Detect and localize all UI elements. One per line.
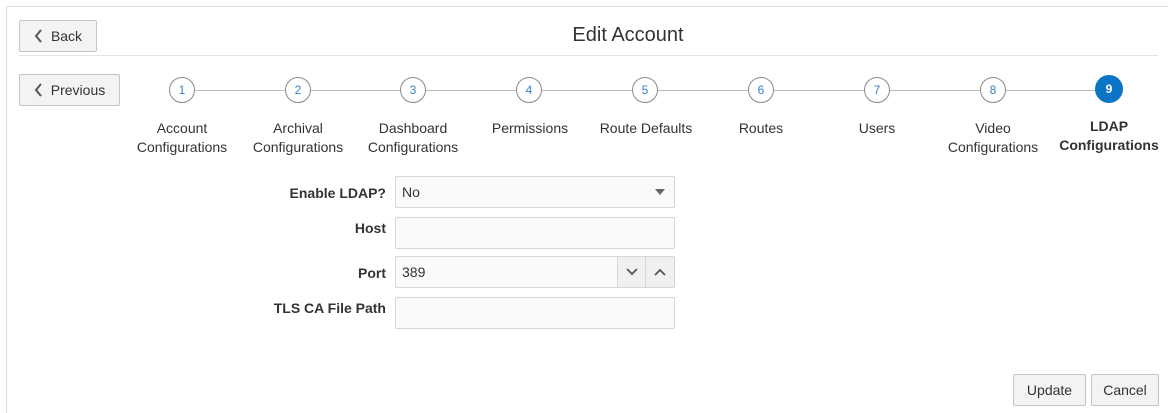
chevron-down-icon <box>626 268 638 276</box>
step-8-circle[interactable]: 8 <box>980 77 1006 103</box>
step-6-circle[interactable]: 6 <box>748 77 774 103</box>
page-title: Edit Account <box>572 24 684 46</box>
cancel-button[interactable]: Cancel <box>1091 374 1159 406</box>
step-2-label[interactable]: Archival Configurations <box>233 119 363 157</box>
dropdown-arrow-icon <box>655 189 665 195</box>
step-5-circle[interactable]: 5 <box>632 77 658 103</box>
tls-ca-input[interactable] <box>402 298 674 328</box>
port-field[interactable] <box>395 256 675 288</box>
enable-ldap-select[interactable]: No <box>395 176 675 208</box>
step-4-circle[interactable]: 4 <box>516 77 542 103</box>
step-8-label[interactable]: Video Configurations <box>928 119 1058 157</box>
previous-button-label: Previous <box>50 82 106 98</box>
enable-ldap-label: Enable LDAP? <box>289 185 386 201</box>
step-5-label[interactable]: Route Defaults <box>581 119 711 138</box>
step-7-label[interactable]: Users <box>812 119 942 138</box>
step-4-label[interactable]: Permissions <box>465 119 595 138</box>
enable-ldap-value: No <box>402 184 420 200</box>
host-label: Host <box>354 220 386 236</box>
tls-ca-field[interactable] <box>395 297 675 329</box>
chevron-left-icon <box>34 83 43 97</box>
step-7-circle[interactable]: 7 <box>864 77 890 103</box>
step-1-label[interactable]: Account Configurations <box>117 119 247 157</box>
host-input[interactable] <box>402 218 674 248</box>
header-divider <box>19 55 1158 56</box>
page-frame <box>6 6 1168 413</box>
step-6-label[interactable]: Routes <box>696 119 826 138</box>
step-3-label[interactable]: Dashboard Configurations <box>348 119 478 157</box>
host-field[interactable] <box>395 217 675 249</box>
previous-button[interactable]: Previous <box>19 74 120 106</box>
step-9-circle[interactable]: 9 <box>1095 75 1123 103</box>
port-input[interactable] <box>402 257 612 287</box>
step-9-label[interactable]: LDAP Configurations <box>1044 117 1168 155</box>
step-2-circle[interactable]: 2 <box>285 77 311 103</box>
decrement-button[interactable] <box>617 257 646 287</box>
update-button[interactable]: Update <box>1013 374 1086 406</box>
chevron-up-icon <box>654 268 666 276</box>
port-label: Port <box>358 265 386 281</box>
tls-ca-label: TLS CA File Path <box>273 300 386 316</box>
step-1-circle[interactable]: 1 <box>169 77 195 103</box>
increment-button[interactable] <box>645 257 674 287</box>
step-3-circle[interactable]: 3 <box>400 77 426 103</box>
